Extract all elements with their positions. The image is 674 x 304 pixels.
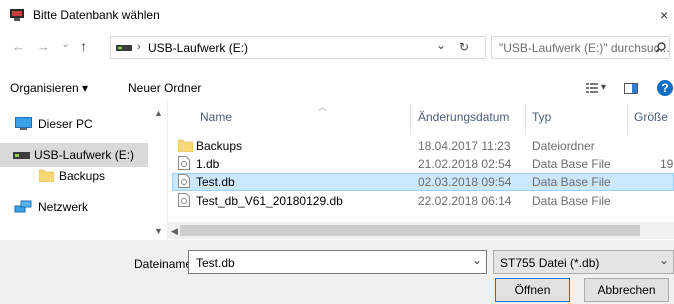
refresh-icon[interactable]: ↻	[459, 40, 469, 54]
file-modified: 02.03.2018 09:54	[418, 175, 512, 189]
column-header-size[interactable]: Größe	[634, 110, 668, 124]
search-icon	[655, 42, 666, 53]
close-button[interactable]: ×	[660, 7, 668, 23]
file-modified: 22.02.2018 06:14	[418, 194, 512, 208]
db-file-icon	[178, 193, 190, 207]
file-name: 1.db	[196, 157, 220, 171]
filetype-select[interactable]: ST755 Datei (*.db) ⌄	[493, 250, 674, 274]
nav-item-backups[interactable]: Backups	[0, 164, 148, 188]
help-button[interactable]: ?	[657, 80, 673, 96]
recent-locations-button[interactable]: ⌄	[61, 37, 70, 50]
filename-label: Dateiname:	[134, 257, 196, 271]
column-header-name[interactable]: Name	[200, 110, 232, 124]
address-bar[interactable]: › USB-Laufwerk (E:) ⌄ ↻	[110, 36, 486, 59]
filename-input[interactable]: Test.db ⌄	[188, 250, 487, 274]
column-header-modified[interactable]: Änderungsdatum	[418, 110, 509, 124]
filename-value: Test.db	[196, 256, 235, 270]
navigation-pane: Dieser PC USB-Laufwerk (E:) Backups Netz…	[0, 100, 167, 242]
app-icon	[10, 9, 24, 21]
organize-button[interactable]: Organisieren ▾	[10, 81, 88, 95]
computer-icon	[15, 117, 32, 130]
nav-item-label: Netzwerk	[38, 200, 89, 214]
file-name: Backups	[196, 139, 243, 153]
file-row-selected[interactable]: Test.db 02.03.2018 09:54 Data Base File	[172, 173, 674, 191]
filetype-dropdown-icon[interactable]: ⌄	[659, 253, 669, 267]
address-dropdown-icon[interactable]: ⌄	[436, 38, 446, 52]
new-folder-button[interactable]: Neuer Ordner	[128, 81, 201, 95]
preview-pane-icon[interactable]	[624, 83, 638, 94]
file-type: Data Base File	[532, 157, 611, 171]
folder-icon	[178, 139, 193, 152]
column-separator[interactable]	[410, 104, 411, 134]
column-header-type[interactable]: Typ	[532, 110, 551, 124]
file-name: Test.db	[196, 175, 235, 189]
up-button[interactable]: ↑	[80, 38, 87, 54]
file-row[interactable]: Backups 18.04.2017 11:23 Dateiordner	[172, 137, 674, 155]
back-button[interactable]: ←	[12, 39, 25, 54]
pane-divider[interactable]	[167, 100, 168, 240]
file-size: 19.	[660, 157, 674, 171]
column-separator[interactable]	[525, 104, 526, 134]
db-file-icon	[178, 156, 190, 170]
nav-item-label: USB-Laufwerk (E:)	[34, 148, 135, 162]
scroll-left-icon[interactable]: ◀	[171, 226, 178, 237]
nav-scroll-up-icon[interactable]: ▲	[154, 108, 163, 118]
breadcrumb-location[interactable]: USB-Laufwerk (E:)	[148, 41, 248, 55]
nav-item-label: Backups	[59, 169, 106, 183]
column-separator[interactable]	[627, 104, 628, 134]
view-options-icon[interactable]	[586, 83, 598, 93]
view-dropdown-icon[interactable]: ▾	[601, 82, 606, 93]
search-placeholder: "USB-Laufwerk (E:)" durchsuc...	[499, 41, 670, 55]
forward-button[interactable]: →	[37, 39, 50, 54]
horizontal-scroll-thumb[interactable]	[180, 225, 640, 236]
file-modified: 21.02.2018 02:54	[418, 157, 512, 171]
nav-item-network[interactable]: Netzwerk	[0, 195, 148, 219]
file-modified: 18.04.2017 11:23	[418, 139, 511, 153]
file-name: Test_db_V61_20180129.db	[196, 194, 343, 208]
filetype-value: ST755 Datei (*.db)	[500, 256, 600, 270]
window-title: Bitte Datenbank wählen	[33, 8, 160, 22]
sort-ascending-icon: ︿	[318, 102, 328, 112]
network-icon	[14, 200, 32, 213]
search-input[interactable]: "USB-Laufwerk (E:)" durchsuc...	[491, 36, 670, 59]
file-row[interactable]: Test_db_V61_20180129.db 22.02.2018 06:14…	[172, 192, 674, 210]
breadcrumb-separator: ›	[137, 41, 141, 53]
command-bar	[0, 72, 674, 100]
usb-drive-icon	[13, 152, 30, 159]
open-button[interactable]: Öffnen	[495, 278, 570, 302]
file-type: Data Base File	[532, 194, 611, 208]
nav-item-label: Dieser PC	[38, 117, 93, 131]
nav-item-this-pc[interactable]: Dieser PC	[0, 112, 148, 136]
usb-drive-icon	[116, 45, 132, 51]
file-type: Dateiordner	[532, 139, 595, 153]
folder-icon	[39, 169, 54, 182]
nav-scroll-down-icon[interactable]: ▼	[154, 226, 163, 236]
file-row[interactable]: 1.db 21.02.2018 02:54 Data Base File 19.	[172, 155, 674, 173]
file-type: Data Base File	[532, 175, 611, 189]
db-file-icon	[178, 174, 190, 188]
cancel-button[interactable]: Abbrechen	[584, 278, 669, 302]
filename-dropdown-icon[interactable]: ⌄	[472, 253, 482, 267]
